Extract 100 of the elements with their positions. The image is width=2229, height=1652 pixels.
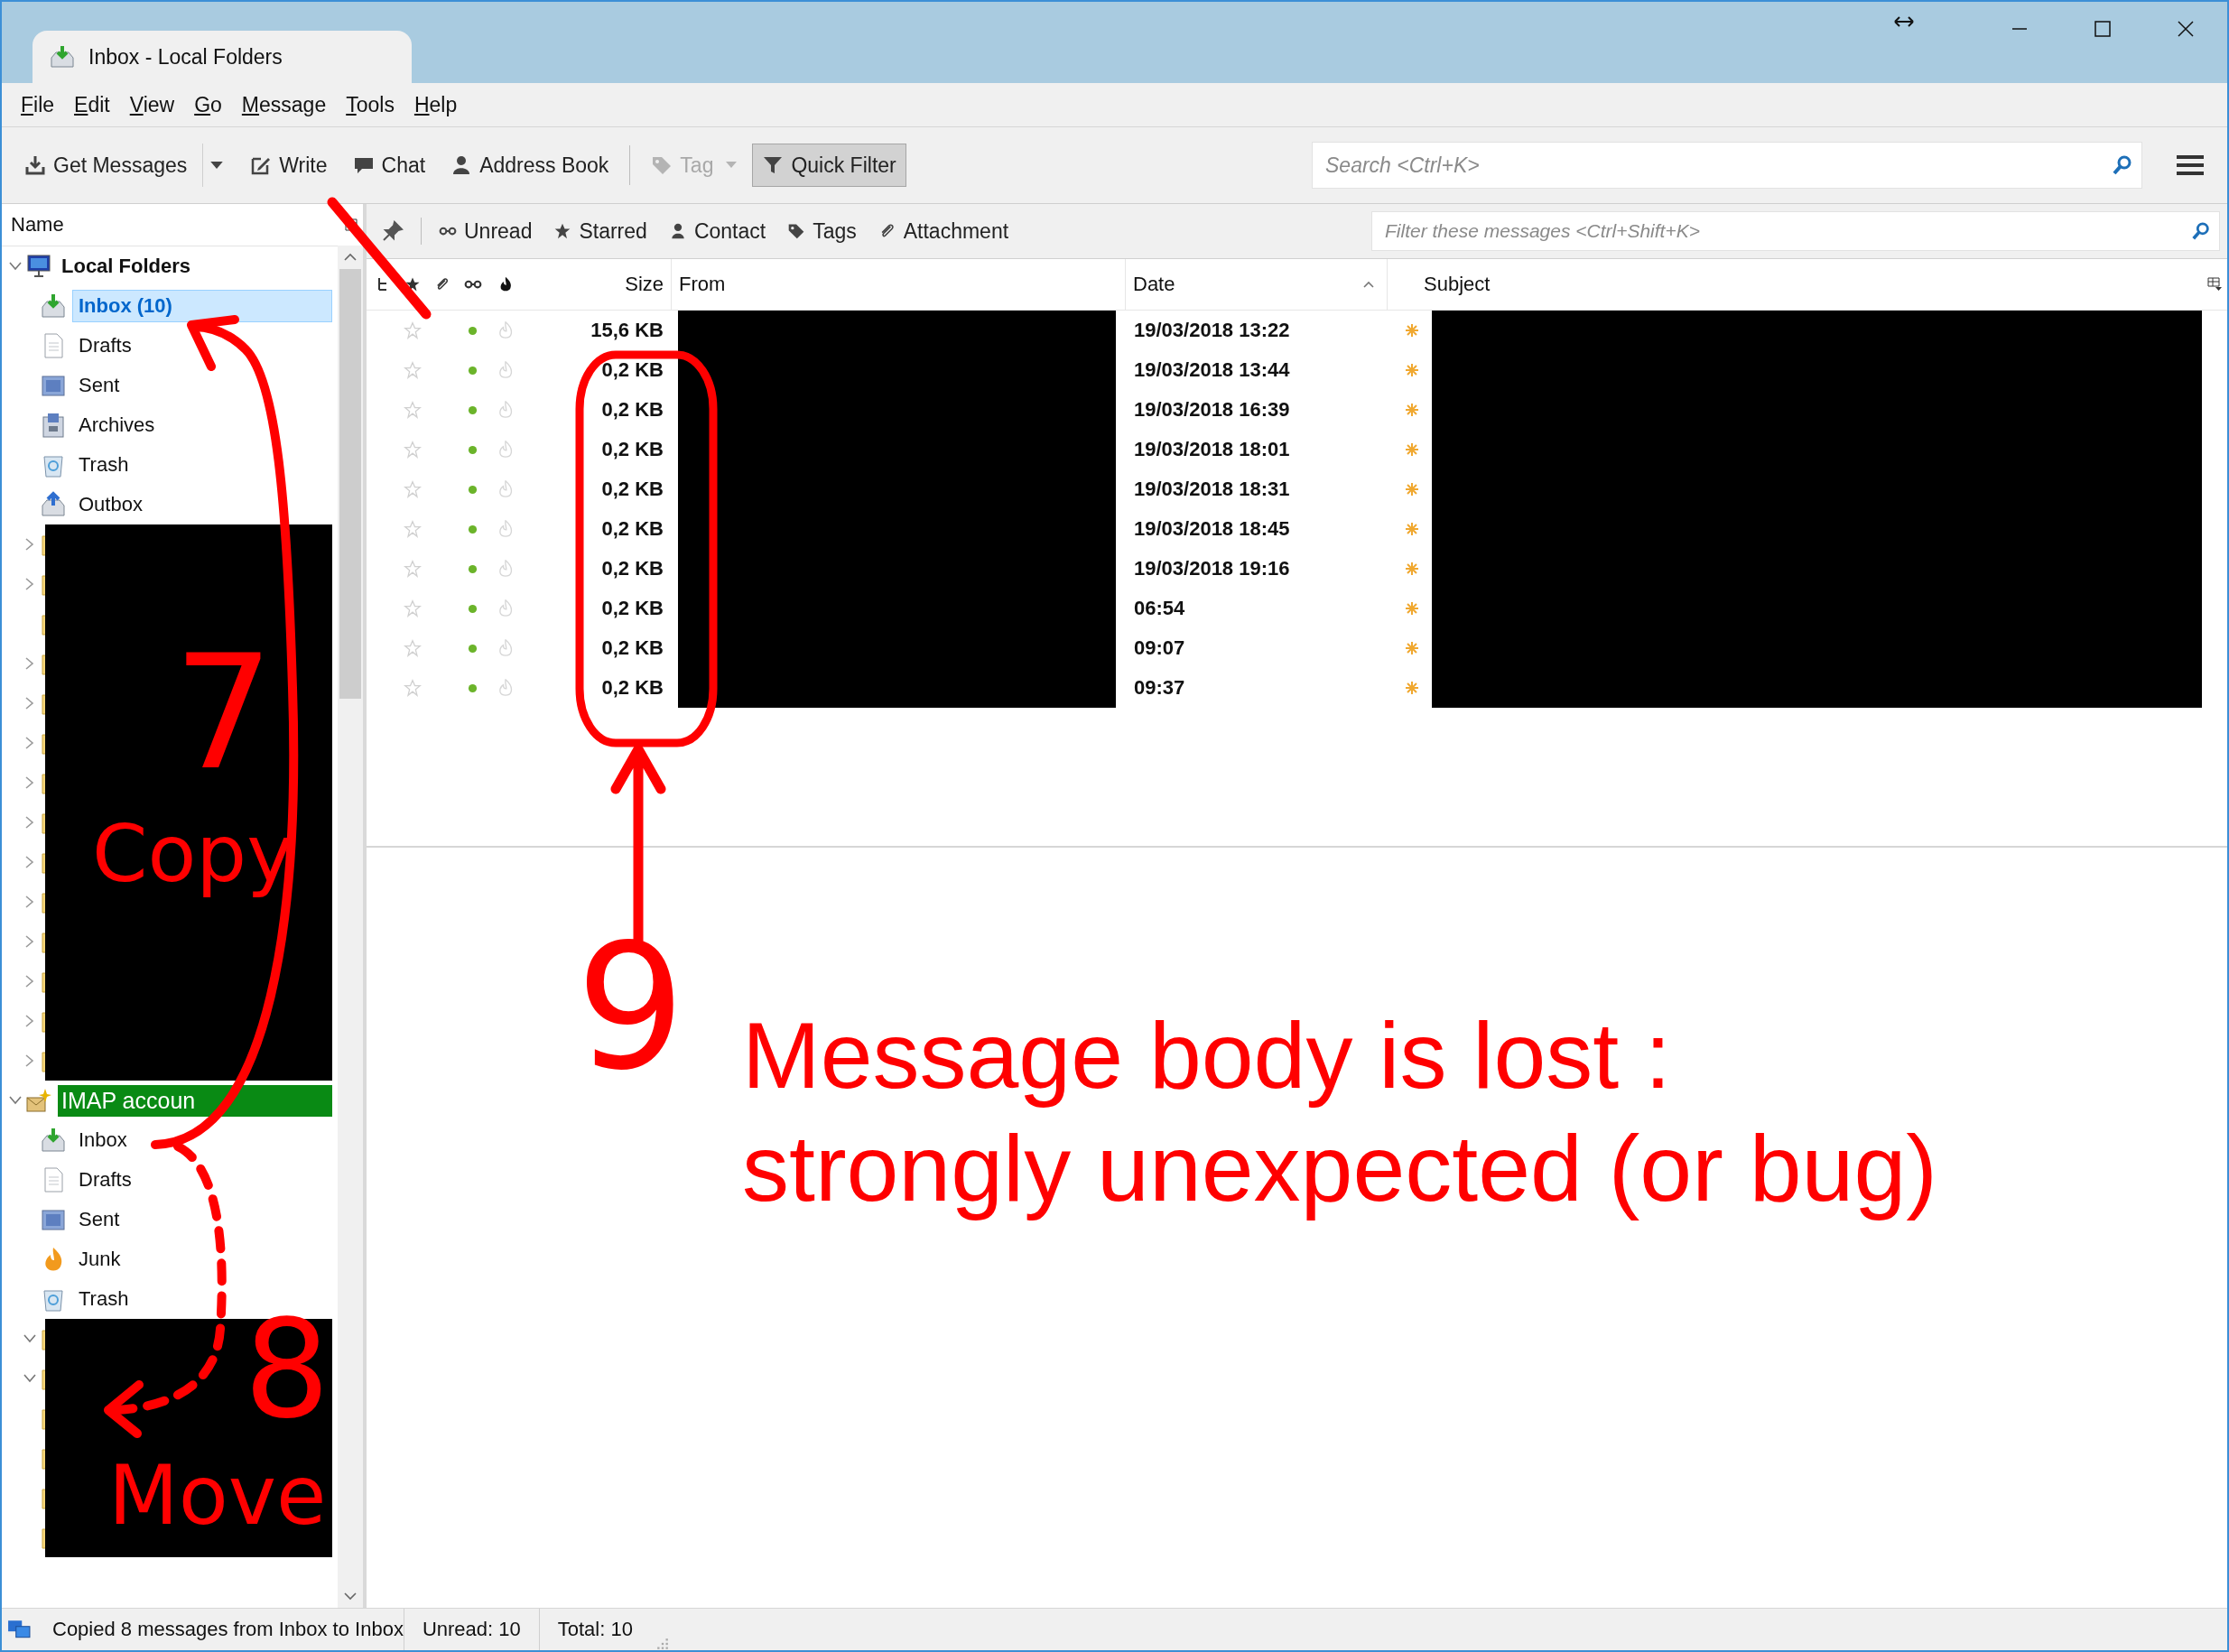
collapsed-chevron-icon[interactable]: [25, 697, 34, 710]
star-icon[interactable]: [404, 321, 422, 339]
close-icon: [2177, 20, 2195, 38]
unread-dot-icon[interactable]: [468, 524, 478, 534]
account-name[interactable]: IMAP accoun: [58, 1084, 332, 1117]
folder-item[interactable]: Inbox: [72, 1124, 332, 1156]
filter-toggle[interactable]: Unread: [431, 214, 541, 248]
window-tab[interactable]: Inbox - Local Folders: [33, 31, 412, 83]
expanded-chevron-icon[interactable]: [23, 1334, 36, 1343]
collapsed-chevron-icon[interactable]: [25, 737, 34, 749]
folder-item[interactable]: Sent: [72, 1203, 332, 1236]
thread-icon: [376, 277, 388, 292]
collapsed-chevron-icon[interactable]: [25, 816, 34, 829]
flame-outline-icon[interactable]: [497, 401, 515, 419]
collapsed-chevron-icon[interactable]: [25, 578, 34, 590]
folder-item[interactable]: Junk: [72, 1243, 332, 1276]
flame-outline-icon[interactable]: [497, 639, 515, 657]
date-cell-text: 19/03/2018 18:01: [1133, 438, 1291, 461]
expanded-chevron-icon[interactable]: [23, 1374, 36, 1383]
column-header[interactable]: Size: [523, 259, 671, 310]
flame-outline-icon[interactable]: [497, 361, 515, 379]
unread-dot-icon[interactable]: [468, 444, 478, 455]
folder-item[interactable]: Trash: [72, 449, 332, 481]
folder-item[interactable]: Sent: [72, 369, 332, 402]
scroll-up-icon[interactable]: [344, 253, 357, 262]
annotation-text: 9: [576, 923, 685, 1094]
menu-item[interactable]: Edit: [64, 92, 120, 117]
star-icon[interactable]: [404, 441, 422, 459]
filter-toggle[interactable]: Attachment: [869, 214, 1017, 248]
folder-item[interactable]: Outbox: [72, 488, 332, 521]
collapsed-chevron-icon[interactable]: [25, 776, 34, 789]
unread-dot-icon[interactable]: [468, 484, 478, 495]
expanded-chevron-icon[interactable]: [9, 1096, 22, 1105]
folder-item[interactable]: Archives: [72, 409, 332, 441]
folder-item[interactable]: Drafts: [72, 1164, 332, 1196]
status-message: Copied 8 messages from Inbox to Inbox: [52, 1618, 404, 1641]
search-field[interactable]: Search <Ctrl+K>: [1312, 142, 2142, 189]
collapsed-chevron-icon[interactable]: [25, 896, 34, 908]
collapsed-chevron-icon[interactable]: [25, 975, 34, 988]
column-header[interactable]: Name: [11, 213, 64, 237]
star-icon[interactable]: [404, 361, 422, 379]
unread-dot-icon[interactable]: [468, 643, 478, 654]
maximize-icon: [2094, 20, 2112, 38]
toolbar-button[interactable]: Chat: [342, 144, 436, 187]
collapsed-chevron-icon[interactable]: [25, 1015, 34, 1027]
menu-item[interactable]: Go: [184, 92, 232, 117]
flame-outline-icon[interactable]: [497, 321, 515, 339]
star-icon[interactable]: [404, 401, 422, 419]
scrollbar-thumb[interactable]: [339, 269, 361, 699]
unread-dot-icon[interactable]: [468, 603, 478, 614]
star-icon[interactable]: [404, 679, 422, 697]
flame-outline-icon[interactable]: [497, 441, 515, 459]
column-header[interactable]: Subject: [1387, 259, 2202, 310]
flame-outline-icon[interactable]: [497, 599, 515, 617]
toolbar-button[interactable]: Write: [240, 144, 338, 187]
filter-toggle[interactable]: Tags: [779, 214, 865, 248]
unread-dot-icon[interactable]: [468, 404, 478, 415]
size-cell-text: 0,2 KB: [600, 478, 664, 501]
folder-item[interactable]: Inbox (10): [72, 290, 332, 322]
unread-dot-icon[interactable]: [468, 682, 478, 693]
menu-item[interactable]: Tools: [336, 92, 404, 117]
star-icon[interactable]: [404, 560, 422, 578]
flame-outline-icon[interactable]: [497, 679, 515, 697]
collapsed-chevron-icon[interactable]: [25, 538, 34, 551]
star-icon[interactable]: [404, 520, 422, 538]
star-icon[interactable]: [404, 599, 422, 617]
flame-outline-icon[interactable]: [497, 520, 515, 538]
column-header[interactable]: Date: [1125, 259, 1387, 310]
collapsed-chevron-icon[interactable]: [25, 935, 34, 948]
flame-outline-icon[interactable]: [497, 560, 515, 578]
filter-toggle[interactable]: Contact: [660, 214, 775, 248]
menu-item[interactable]: Help: [404, 92, 468, 117]
column-header[interactable]: From: [671, 259, 1125, 310]
date-cell-text: 06:54: [1133, 597, 1186, 620]
collapsed-chevron-icon[interactable]: [25, 1054, 34, 1067]
filter-toggle[interactable]: Starred: [545, 214, 655, 248]
account-name[interactable]: Local Folders: [58, 252, 195, 281]
star-icon[interactable]: [404, 639, 422, 657]
flame-outline-icon[interactable]: [497, 480, 515, 498]
toolbar-button[interactable]: Address Book: [441, 144, 619, 187]
scrollbar[interactable]: [338, 246, 363, 1608]
scroll-down-icon[interactable]: [344, 1592, 357, 1601]
toolbar-button[interactable]: Quick Filter: [752, 144, 906, 187]
unread-dot-icon[interactable]: [468, 365, 478, 376]
collapsed-chevron-icon[interactable]: [25, 657, 34, 670]
expanded-chevron-icon[interactable]: [9, 262, 22, 271]
unread-dot-icon[interactable]: [468, 563, 478, 574]
menu-item[interactable]: View: [119, 92, 185, 117]
collapsed-chevron-icon[interactable]: [25, 856, 34, 868]
window-title: Inbox - Local Folders: [88, 44, 283, 70]
resize-grip-icon[interactable]: [655, 1638, 669, 1650]
inbox-icon: [49, 43, 76, 70]
menu-item[interactable]: Message: [231, 92, 337, 117]
unread-dot-icon[interactable]: [468, 325, 478, 336]
filter-field[interactable]: Filter these messages <Ctrl+Shift+K>: [1371, 211, 2220, 251]
toolbar-button[interactable]: Get Messages: [14, 144, 198, 187]
menu-item[interactable]: File: [11, 92, 65, 117]
column-picker-icon[interactable]: [345, 218, 358, 231]
star-icon[interactable]: [404, 480, 422, 498]
folder-item[interactable]: Drafts: [72, 329, 332, 362]
